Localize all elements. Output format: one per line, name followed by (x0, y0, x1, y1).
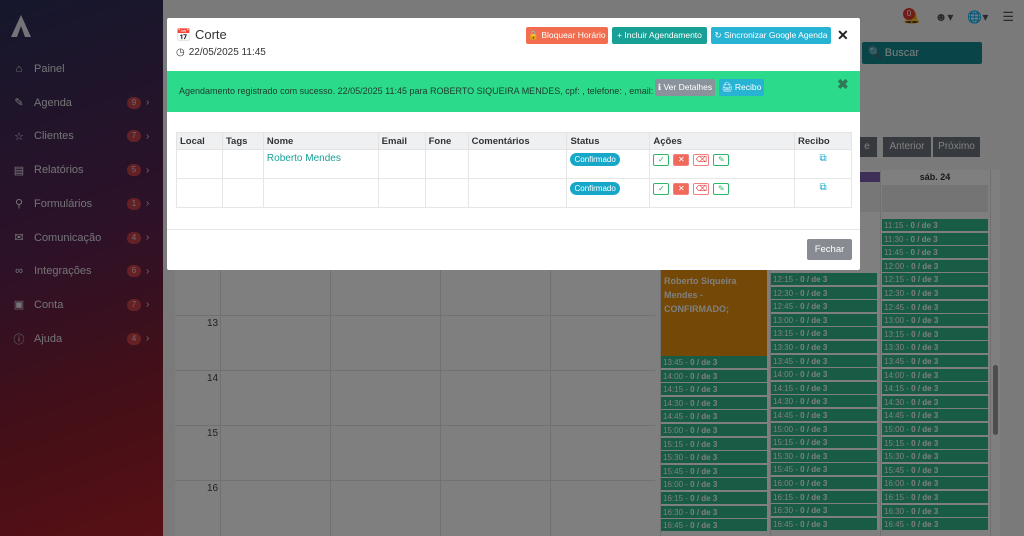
table-header-row: Local Tags Nome Email Fone Comentários Status A… (176, 132, 852, 150)
block-time-button[interactable]: 🔒 Bloquear Horário (526, 27, 608, 44)
cell-email (377, 178, 426, 208)
alert-message: Agendamento registrado com sucesso. 22/0… (179, 86, 654, 96)
column-header: Comentários (467, 132, 568, 150)
cancel-icon[interactable]: ✕ (673, 154, 690, 166)
view-details-label: Ver Detalhes (663, 82, 713, 92)
cell-email (377, 149, 426, 179)
sync-google-button[interactable]: ↻ Sincronizar Google Agenda (711, 27, 831, 44)
modal-title-text: Corte (194, 27, 227, 42)
trash-icon[interactable]: ⌫ (693, 154, 710, 166)
confirm-icon[interactable]: ✓ (653, 183, 670, 195)
cell-fone (424, 178, 469, 208)
cancel-icon[interactable]: ✕ (673, 183, 690, 195)
cell-comments (467, 149, 568, 179)
status-badge: Confirmado (570, 153, 620, 166)
receipt-button[interactable]: 🖨 Recibo (719, 79, 764, 96)
sync-google-label: Sincronizar Google Agenda (723, 30, 828, 40)
client-name-link[interactable]: Roberto Mendes (267, 153, 341, 164)
edit-icon[interactable]: ✎ (713, 183, 730, 195)
confirm-icon[interactable]: ✓ (653, 154, 670, 166)
alert-close-icon[interactable]: ✖ (837, 76, 849, 93)
block-time-label: Bloquear Horário (541, 30, 606, 40)
receipt-label: Recibo (734, 82, 762, 92)
column-header: Nome (262, 132, 379, 150)
cell-tags (221, 178, 264, 208)
status-badge: Confirmado (570, 182, 620, 195)
modal-datetime: ◷ 22/05/2025 11:45 (176, 47, 266, 58)
edit-icon[interactable]: ✎ (713, 154, 730, 166)
footer-divider (167, 229, 860, 230)
copy-icon[interactable]: ⧉ (819, 182, 826, 193)
column-header: Email (377, 132, 426, 150)
appointments-table: Local Tags Nome Email Fone Comentários Status A… (176, 132, 852, 208)
column-header: Recibo (794, 132, 852, 150)
column-header: Local (176, 132, 223, 150)
cell-fone (424, 149, 469, 179)
appointment-modal: 📅 Corte ◷ 22/05/2025 11:45 🔒 Bloquear Ho… (167, 18, 860, 270)
column-header: Ações (649, 132, 796, 150)
close-button[interactable]: Fechar (807, 239, 852, 260)
copy-icon[interactable]: ⧉ (819, 153, 826, 164)
cell-local (176, 149, 223, 179)
calendar-icon: 📅 (176, 27, 191, 42)
clock-icon: ◷ (176, 47, 185, 58)
table-row: Roberto Mendes Confirmado ✓ ✕ ⌫ ✎ ⧉ (176, 149, 852, 179)
column-header: Tags (221, 132, 264, 150)
trash-icon[interactable]: ⌫ (693, 183, 710, 195)
close-icon[interactable]: ✕ (837, 27, 849, 44)
cell-tags (221, 149, 264, 179)
modal-title: 📅 Corte (176, 27, 227, 42)
cell-comments (467, 178, 568, 208)
success-alert: Agendamento registrado com sucesso. 22/0… (167, 71, 860, 112)
modal-datetime-text: 22/05/2025 11:45 (188, 47, 266, 58)
column-header: Status (566, 132, 651, 150)
cell-local (176, 178, 223, 208)
view-details-button[interactable]: ℹ Ver Detalhes (655, 79, 715, 96)
column-header: Fone (424, 132, 469, 150)
table-row: Confirmado ✓ ✕ ⌫ ✎ ⧉ (176, 178, 852, 208)
add-appointment-button[interactable]: + Incluir Agendamento (612, 27, 707, 44)
